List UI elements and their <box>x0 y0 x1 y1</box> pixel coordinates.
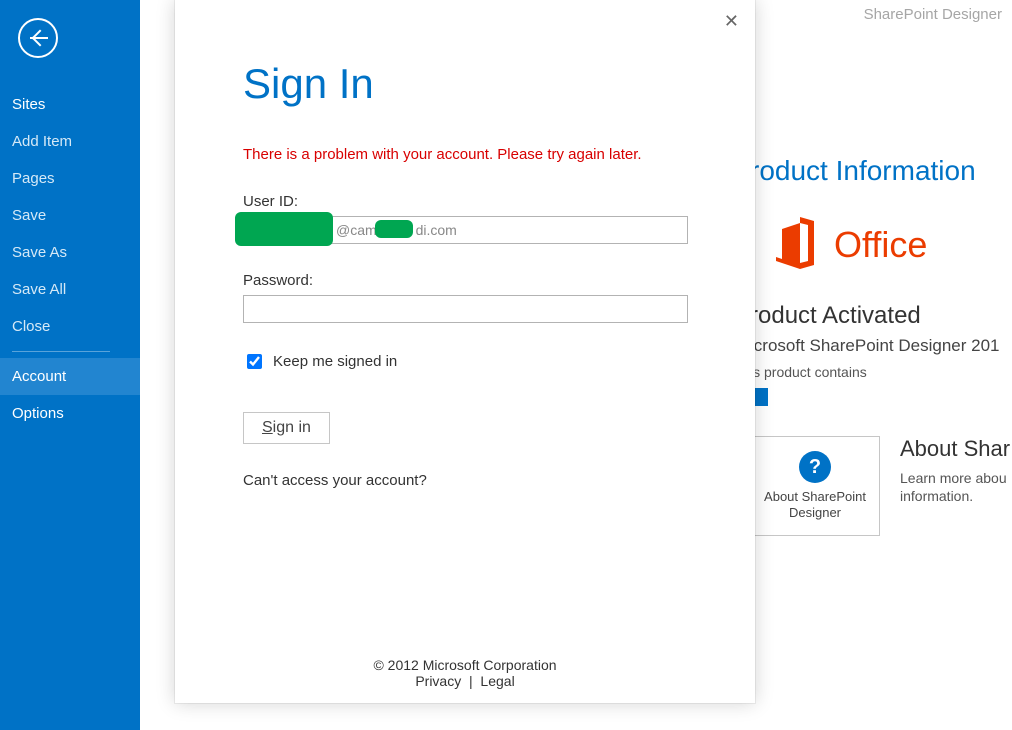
cant-access-link[interactable]: Can't access your account? <box>243 472 687 489</box>
privacy-link[interactable]: Privacy <box>415 673 461 689</box>
back-button[interactable] <box>18 18 58 58</box>
nav-item-options[interactable]: Options <box>0 395 140 432</box>
signin-button[interactable]: Sign in <box>243 412 330 444</box>
nav-item-save[interactable]: Save <box>0 197 140 234</box>
about-sharepoint-button[interactable]: ? About SharePoint Designer <box>750 436 880 536</box>
signin-dialog: ✕ Sign In There is a problem with your a… <box>175 0 755 703</box>
office-wordmark: Office <box>834 224 927 266</box>
question-icon: ? <box>799 451 831 483</box>
product-name: icrosoft SharePoint Designer 201 <box>750 336 1012 356</box>
signin-title: Sign In <box>243 60 687 108</box>
redaction-block <box>235 212 333 246</box>
copyright: © 2012 Microsoft Corporation <box>175 657 755 673</box>
nav-list: Sites Add Item Pages Save Save As Save A… <box>0 86 140 432</box>
close-icon[interactable]: ✕ <box>720 8 743 34</box>
product-info-panel: roduct Information Office roduct Activat… <box>750 155 1012 536</box>
about-text: About Shar Learn more abou information. <box>900 436 1010 504</box>
backstage-sidebar: Sites Add Item Pages Save Save As Save A… <box>0 0 140 730</box>
userid-label: User ID: <box>243 193 687 210</box>
product-activated-heading: roduct Activated <box>750 302 1012 330</box>
legal-link[interactable]: Legal <box>480 673 514 689</box>
about-row: ? About SharePoint Designer About Shar L… <box>750 436 1012 536</box>
product-info-title: roduct Information <box>750 155 1012 187</box>
dialog-footer: © 2012 Microsoft Corporation Privacy | L… <box>175 657 755 689</box>
about-box-label: About SharePoint Designer <box>757 489 873 520</box>
error-message: There is a problem with your account. Pl… <box>243 146 687 163</box>
about-desc-line1: Learn more abou <box>900 470 1010 486</box>
nav-item-close[interactable]: Close <box>0 308 140 345</box>
keep-signed-in-label: Keep me signed in <box>273 353 397 370</box>
nav-separator <box>12 351 110 352</box>
office-icon <box>770 217 818 272</box>
app-name: SharePoint Designer <box>864 6 1002 23</box>
keep-signed-in-checkbox[interactable] <box>247 354 262 369</box>
nav-item-account[interactable]: Account <box>0 358 140 395</box>
password-label: Password: <box>243 272 687 289</box>
about-desc-line2: information. <box>900 488 1010 504</box>
password-input[interactable] <box>243 295 688 323</box>
about-heading: About Shar <box>900 436 1010 462</box>
nav-item-sites[interactable]: Sites <box>0 86 140 123</box>
nav-item-add-item[interactable]: Add Item <box>0 123 140 160</box>
redaction-block <box>375 220 413 238</box>
nav-item-save-as[interactable]: Save As <box>0 234 140 271</box>
office-logo: Office <box>770 217 1012 272</box>
nav-item-save-all[interactable]: Save All <box>0 271 140 308</box>
keep-signed-in[interactable]: Keep me signed in <box>243 351 687 372</box>
nav-item-pages[interactable]: Pages <box>0 160 140 197</box>
product-contains-label: is product contains <box>750 364 1012 380</box>
